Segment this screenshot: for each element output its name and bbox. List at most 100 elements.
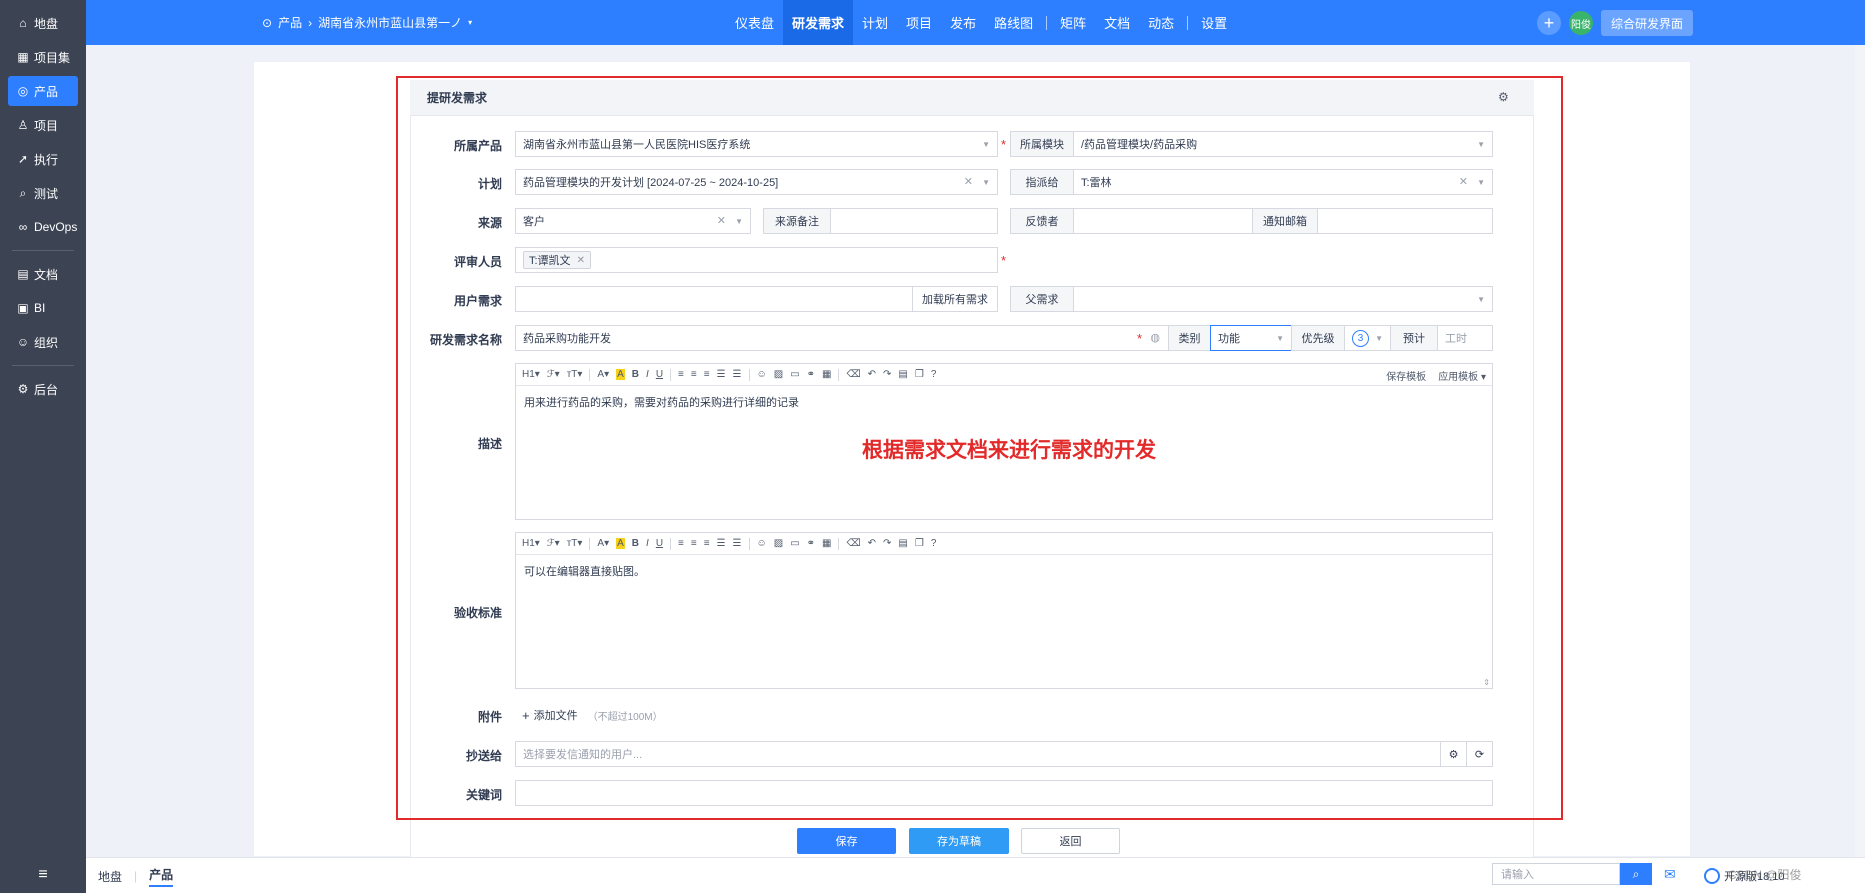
eraser-icon[interactable]: ⌫ (846, 369, 860, 380)
product-select[interactable]: 湖南省永州市蓝山县第一人民医院HIS医疗系统 ▼ (515, 131, 998, 157)
link-icon[interactable]: ⚭ (807, 538, 815, 549)
eraser-icon[interactable]: ⌫ (846, 538, 860, 549)
emoji-icon[interactable]: ☺ (757, 369, 767, 380)
align-left-icon[interactable]: ≡ (678, 538, 684, 549)
copy-icon[interactable]: ❐ (915, 369, 924, 380)
tab-release[interactable]: 发布 (941, 0, 985, 45)
sidebar-item-project[interactable]: ♙ 项目 (8, 110, 78, 140)
media-icon[interactable]: ▭ (790, 538, 799, 549)
font-family-icon[interactable]: ℱ▾ (547, 538, 560, 549)
align-right-icon[interactable]: ≡ (704, 369, 710, 380)
help-icon[interactable]: ? (931, 369, 937, 380)
image-icon[interactable]: ▨ (774, 369, 783, 380)
back-button[interactable]: 返回 (1021, 828, 1120, 854)
font-size-icon[interactable]: тT▾ (567, 369, 583, 380)
copy-icon[interactable]: ❐ (915, 538, 924, 549)
tab-dashboard[interactable]: 仪表盘 (726, 0, 783, 45)
italic-icon[interactable]: I (646, 369, 649, 380)
undo-icon[interactable]: ↶ (868, 369, 876, 380)
ordered-list-icon[interactable]: ☰ (717, 369, 726, 380)
media-icon[interactable]: ▭ (790, 369, 799, 380)
overview-button[interactable]: 综合研发界面 (1600, 10, 1693, 36)
close-icon[interactable]: ✕ (964, 175, 973, 188)
emoji-icon[interactable]: ☺ (757, 538, 767, 549)
tab-plan[interactable]: 计划 (853, 0, 897, 45)
footer-crumb-product[interactable]: 产品 (149, 866, 174, 887)
template-icon[interactable]: ▤ (898, 538, 907, 549)
resize-handle-icon[interactable]: ⇕ (1483, 678, 1490, 687)
font-color-icon[interactable]: A▾ (597, 538, 609, 549)
sidebar-item-test[interactable]: ⌕ 测试 (8, 178, 78, 208)
link-icon[interactable]: ⚭ (807, 369, 815, 380)
tab-project[interactable]: 项目 (897, 0, 941, 45)
acceptance-editor[interactable]: H1▾ ℱ▾ тT▾ A▾ A B I U ≡ ≡ ≡ ☰ ☰ ☺ ▨ ▭ ⚭ … (515, 532, 1493, 689)
tab-settings[interactable]: 设置 (1192, 0, 1236, 45)
search-icon[interactable]: ⌕ (1620, 863, 1652, 885)
bold-icon[interactable]: B (632, 538, 639, 549)
plan-select[interactable]: 药品管理模块的开发计划 [2024-07-25 ~ 2024-10-25] ✕ ▼ (515, 169, 998, 195)
tab-roadmap[interactable]: 路线图 (985, 0, 1042, 45)
breadcrumb-product[interactable]: 湖南省永州市蓝山县第一ノ (318, 14, 462, 31)
redo-icon[interactable]: ↷ (883, 369, 891, 380)
close-icon[interactable]: ✕ (717, 214, 726, 227)
table-icon[interactable]: ▦ (822, 369, 831, 380)
chevron-down-icon[interactable]: ▾ (468, 18, 472, 27)
footer-crumb-home[interactable]: 地盘 (98, 868, 122, 885)
font-family-icon[interactable]: ℱ▾ (547, 369, 560, 380)
cc-select[interactable]: 选择要发信通知的用户... (515, 741, 1441, 767)
italic-icon[interactable]: I (646, 538, 649, 549)
page-scrollbar[interactable] (1855, 45, 1865, 857)
font-color-icon[interactable]: A▾ (597, 369, 609, 380)
assign-select[interactable]: T:雷林 ✕ ▼ (1073, 169, 1493, 195)
image-icon[interactable]: ▨ (774, 538, 783, 549)
font-size-icon[interactable]: тT▾ (567, 538, 583, 549)
align-center-icon[interactable]: ≡ (691, 538, 697, 549)
close-icon[interactable]: ✕ (1459, 175, 1468, 188)
bullet-list-icon[interactable]: ☰ (733, 538, 742, 549)
priority-select[interactable]: 3 ▼ (1344, 325, 1391, 351)
template-icon[interactable]: ▤ (898, 369, 907, 380)
module-select[interactable]: /药品管理模块/药品采购 ▼ (1073, 131, 1493, 157)
source-note-input[interactable] (830, 208, 998, 234)
notify-email-input[interactable] (1317, 208, 1493, 234)
tab-matrix[interactable]: 矩阵 (1051, 0, 1095, 45)
gear-icon[interactable]: ⚙ (1440, 741, 1467, 767)
sidebar-item-devops[interactable]: ∞ DevOps (8, 212, 78, 242)
bold-icon[interactable]: B (632, 369, 639, 380)
avatar[interactable]: 阳俊 (1568, 11, 1593, 35)
apply-template-button[interactable]: 应用模板 ▾ (1438, 368, 1486, 383)
save-template-button[interactable]: 保存模板 (1386, 368, 1426, 383)
sidebar-item-home[interactable]: ⌂ 地盘 (8, 8, 78, 38)
palette-icon[interactable]: ◍ (1150, 331, 1160, 344)
underline-icon[interactable]: U (656, 369, 663, 380)
close-icon[interactable]: ✕ (577, 255, 585, 266)
table-icon[interactable]: ▦ (822, 538, 831, 549)
heading-icon[interactable]: H1▾ (522, 538, 540, 549)
highlight-icon[interactable]: A (616, 369, 625, 380)
sidebar-item-org[interactable]: ☺ 组织 (8, 327, 78, 357)
footer-search-input[interactable]: 请输入 (1492, 863, 1620, 885)
chat-icon[interactable]: ✉ (1664, 866, 1686, 884)
align-center-icon[interactable]: ≡ (691, 369, 697, 380)
name-input[interactable]: 药品采购功能开发 * ◍ (515, 325, 1169, 351)
save-button[interactable]: 保存 (797, 828, 896, 854)
source-select[interactable]: 客户 ✕ ▼ (515, 208, 751, 234)
parent-select[interactable]: ▼ (1073, 286, 1493, 312)
tab-dynamic[interactable]: 动态 (1139, 0, 1183, 45)
heading-icon[interactable]: H1▾ (522, 369, 540, 380)
align-right-icon[interactable]: ≡ (704, 538, 710, 549)
reviewer-tag[interactable]: T:谭凯文 ✕ (523, 251, 591, 269)
undo-icon[interactable]: ↶ (868, 538, 876, 549)
ordered-list-icon[interactable]: ☰ (717, 538, 726, 549)
keywords-input[interactable] (515, 780, 1493, 806)
load-all-req-button[interactable]: 加载所有需求 (912, 286, 998, 312)
align-left-icon[interactable]: ≡ (678, 369, 684, 380)
sidebar-item-bi[interactable]: ▣ BI (8, 293, 78, 323)
redo-icon[interactable]: ↷ (883, 538, 891, 549)
sidebar-item-doc[interactable]: ▤ 文档 (8, 259, 78, 289)
sidebar-item-product[interactable]: ◎ 产品 (8, 76, 78, 106)
breadcrumb-module[interactable]: 产品 (278, 14, 302, 31)
user-req-select[interactable] (515, 286, 913, 312)
highlight-icon[interactable]: A (616, 538, 625, 549)
sidebar-item-admin[interactable]: ⚙ 后台 (8, 374, 78, 404)
